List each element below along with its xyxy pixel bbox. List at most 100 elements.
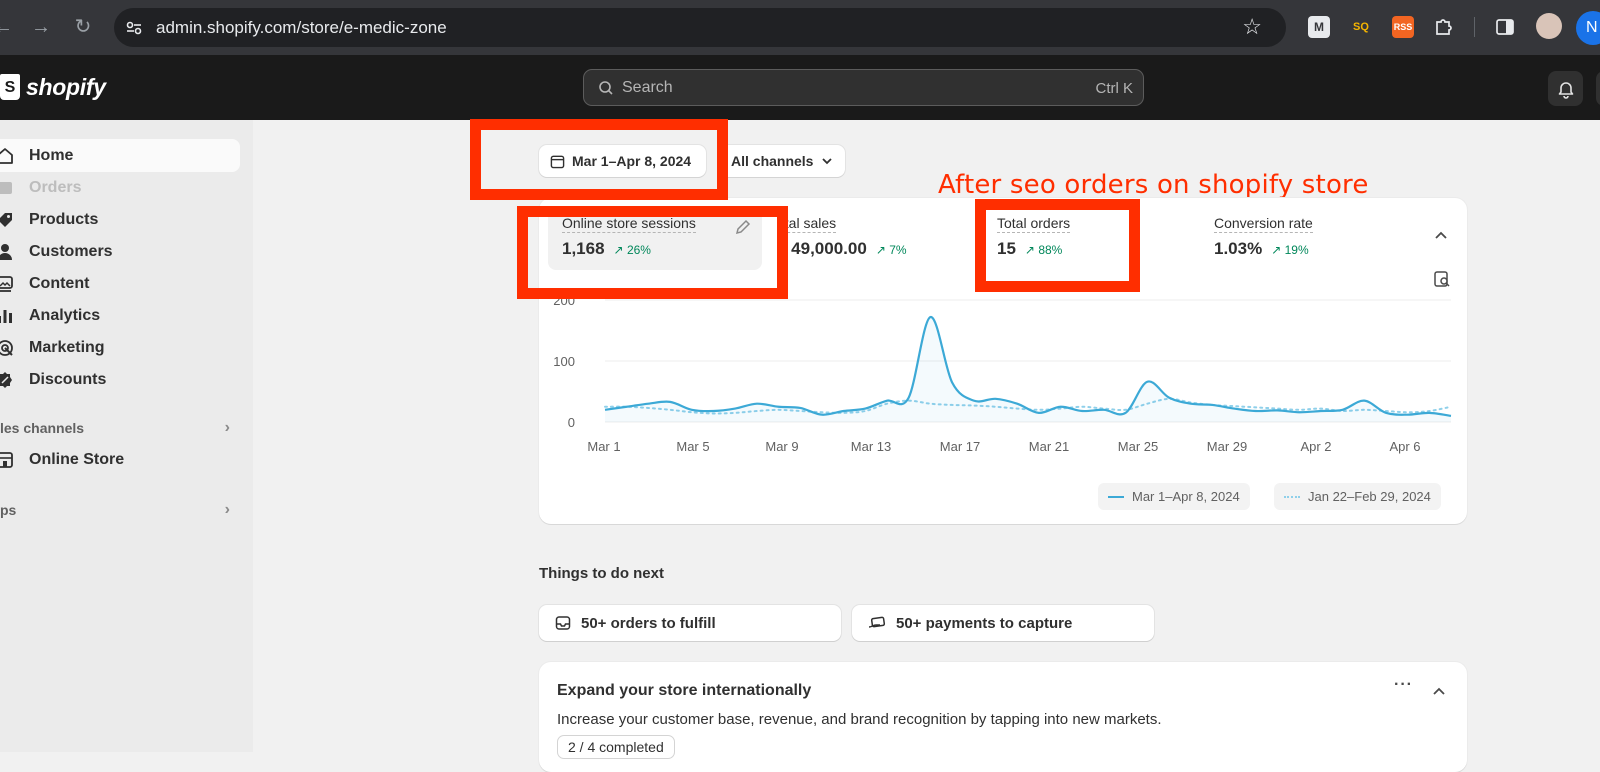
sidebar-item-label: Products [29, 210, 99, 228]
metric-delta: ↗ 19% [1271, 243, 1309, 257]
sidebar-item-label: Orders [29, 178, 82, 196]
task-payments-to-capture[interactable]: 50+ payments to capture [852, 605, 1154, 641]
browser-toolbar: ← → ↻ admin.shopify.com/store/e-medic-zo… [0, 0, 1600, 55]
task-orders-to-fulfill[interactable]: 50+ orders to fulfill [539, 605, 841, 641]
image-icon [0, 276, 13, 292]
inbox-icon [555, 616, 571, 630]
legend-previous[interactable]: Jan 22–Feb 29, 2024 [1274, 483, 1441, 510]
notifications-button[interactable] [1548, 71, 1583, 106]
sidebar-item-label: Home [29, 146, 74, 164]
x-tick-label: Mar 9 [765, 439, 798, 454]
x-tick-label: Mar 21 [1029, 439, 1069, 454]
metric-value: 1.03% [1214, 239, 1263, 258]
chevron-right-icon: › [224, 501, 230, 518]
sales-channels-heading[interactable]: les channels › [0, 415, 240, 441]
promo-description: Increase your customer base, revenue, an… [557, 711, 1162, 728]
extension-sq-icon[interactable]: SQ [1350, 16, 1372, 38]
x-tick-label: Mar 29 [1207, 439, 1247, 454]
legend-swatch-solid [1108, 495, 1124, 498]
series-area-current [605, 316, 1451, 422]
sidebar-item-discounts[interactable]: Discounts [0, 363, 240, 396]
shopify-topbar: S shopify Search Ctrl K [0, 55, 1600, 120]
toolbar-divider [1474, 17, 1475, 37]
person-icon [0, 244, 12, 260]
sidebar: Home Orders Products Customers Content A… [0, 120, 253, 752]
metric-total-sales[interactable]: otal sales s 49,000.00 ↗ 7% [777, 215, 907, 259]
x-tick-label: Apr 2 [1300, 439, 1331, 454]
x-tick-label: Apr 6 [1389, 439, 1420, 454]
sidebar-item-label: Marketing [29, 338, 105, 356]
sidebar-item-online-store[interactable]: Online Store [0, 443, 240, 476]
bar-chart-icon [0, 310, 12, 323]
search-icon [599, 81, 613, 95]
channels-label: All channels [731, 153, 814, 169]
metric-label: Conversion rate [1214, 215, 1313, 233]
sidebar-item-content[interactable]: Content [0, 267, 240, 300]
extensions-puzzle-icon[interactable] [1432, 16, 1454, 38]
avatar[interactable] [1536, 13, 1562, 39]
search-input[interactable]: Search Ctrl K [583, 69, 1144, 106]
home-icon [0, 148, 13, 164]
channels-dropdown[interactable]: All channels [719, 145, 845, 177]
x-tick-label: Mar 1 [587, 439, 620, 454]
y-tick-label: 0 [568, 415, 575, 430]
rss-icon[interactable]: RSS [1392, 16, 1414, 38]
sidebar-item-home[interactable]: Home [0, 139, 240, 172]
target-icon [0, 340, 13, 356]
reload-icon[interactable]: ↻ [70, 14, 96, 40]
sales-channels-label: les channels [0, 420, 85, 436]
side-panel-icon[interactable] [1494, 16, 1516, 38]
address-bar[interactable]: admin.shopify.com/store/e-medic-zone ☆ [114, 8, 1286, 47]
things-to-do-heading: Things to do next [539, 565, 664, 582]
discount-icon [0, 372, 12, 388]
chevron-right-icon: › [224, 419, 230, 436]
more-options-icon[interactable]: ··· [1394, 676, 1413, 694]
profile-button[interactable]: N [1576, 11, 1600, 45]
storefront-icon [0, 452, 13, 468]
sidebar-item-marketing[interactable]: Marketing [0, 331, 240, 364]
series-line-current [604, 315, 1452, 417]
expand-internationally-card: Expand your store internationally Increa… [539, 662, 1467, 772]
sidebar-item-label: Content [29, 274, 90, 292]
legend-current[interactable]: Mar 1–Apr 8, 2024 [1098, 483, 1250, 510]
extension-m-icon[interactable]: M [1308, 16, 1330, 38]
bell-icon [1558, 82, 1574, 99]
payment-icon [868, 616, 886, 628]
forward-icon[interactable]: → [28, 14, 54, 40]
chevron-down-icon [822, 158, 833, 165]
store-menu-button[interactable] [1596, 71, 1600, 106]
sidebar-item-customers[interactable]: Customers [0, 235, 240, 268]
search-placeholder: Search [622, 79, 673, 96]
apps-label: ps [0, 502, 17, 518]
annotation-box-date [470, 119, 728, 200]
metric-delta: ↗ 7% [875, 243, 907, 257]
apps-heading[interactable]: ps › [0, 497, 240, 523]
sidebar-item-label: Discounts [29, 370, 107, 388]
task-label: 50+ orders to fulfill [581, 614, 716, 632]
progress-badge: 2 / 4 completed [557, 735, 675, 759]
bookmark-star-icon[interactable]: ☆ [1242, 14, 1262, 40]
sidebar-item-products[interactable]: Products [0, 203, 240, 236]
sidebar-item-analytics[interactable]: Analytics [0, 299, 240, 332]
site-info-icon[interactable] [124, 18, 144, 38]
shopify-logo[interactable]: S shopify [0, 72, 106, 102]
x-tick-label: Mar 17 [940, 439, 980, 454]
back-icon[interactable]: ← [0, 14, 16, 40]
tag-icon [0, 213, 12, 227]
annotation-box-orders [975, 199, 1140, 292]
metric-conversion-rate[interactable]: Conversion rate 1.03% ↗ 19% [1214, 215, 1313, 259]
x-tick-label: Mar 13 [851, 439, 891, 454]
x-tick-label: Mar 5 [676, 439, 709, 454]
collapse-chevron-up-icon[interactable] [1431, 684, 1447, 700]
legend-label: Jan 22–Feb 29, 2024 [1308, 489, 1431, 504]
sidebar-item-orders[interactable]: Orders [0, 171, 240, 204]
metric-delta-value: 19% [1284, 243, 1309, 257]
metric-value: s 49,000.00 [777, 239, 867, 258]
collapse-chevron-up-icon[interactable] [1433, 228, 1449, 244]
sessions-line-chart: 2001000Mar 1 Mar 5 Mar 9 Mar 13 Mar 17 Mar 21… [553, 293, 1452, 454]
shopify-bag-icon: S [0, 74, 20, 100]
x-tick-label: Mar 25 [1118, 439, 1158, 454]
legend-label: Mar 1–Apr 8, 2024 [1132, 489, 1240, 504]
legend-swatch-dotted [1284, 495, 1300, 498]
url-text[interactable]: admin.shopify.com/store/e-medic-zone [156, 18, 447, 38]
